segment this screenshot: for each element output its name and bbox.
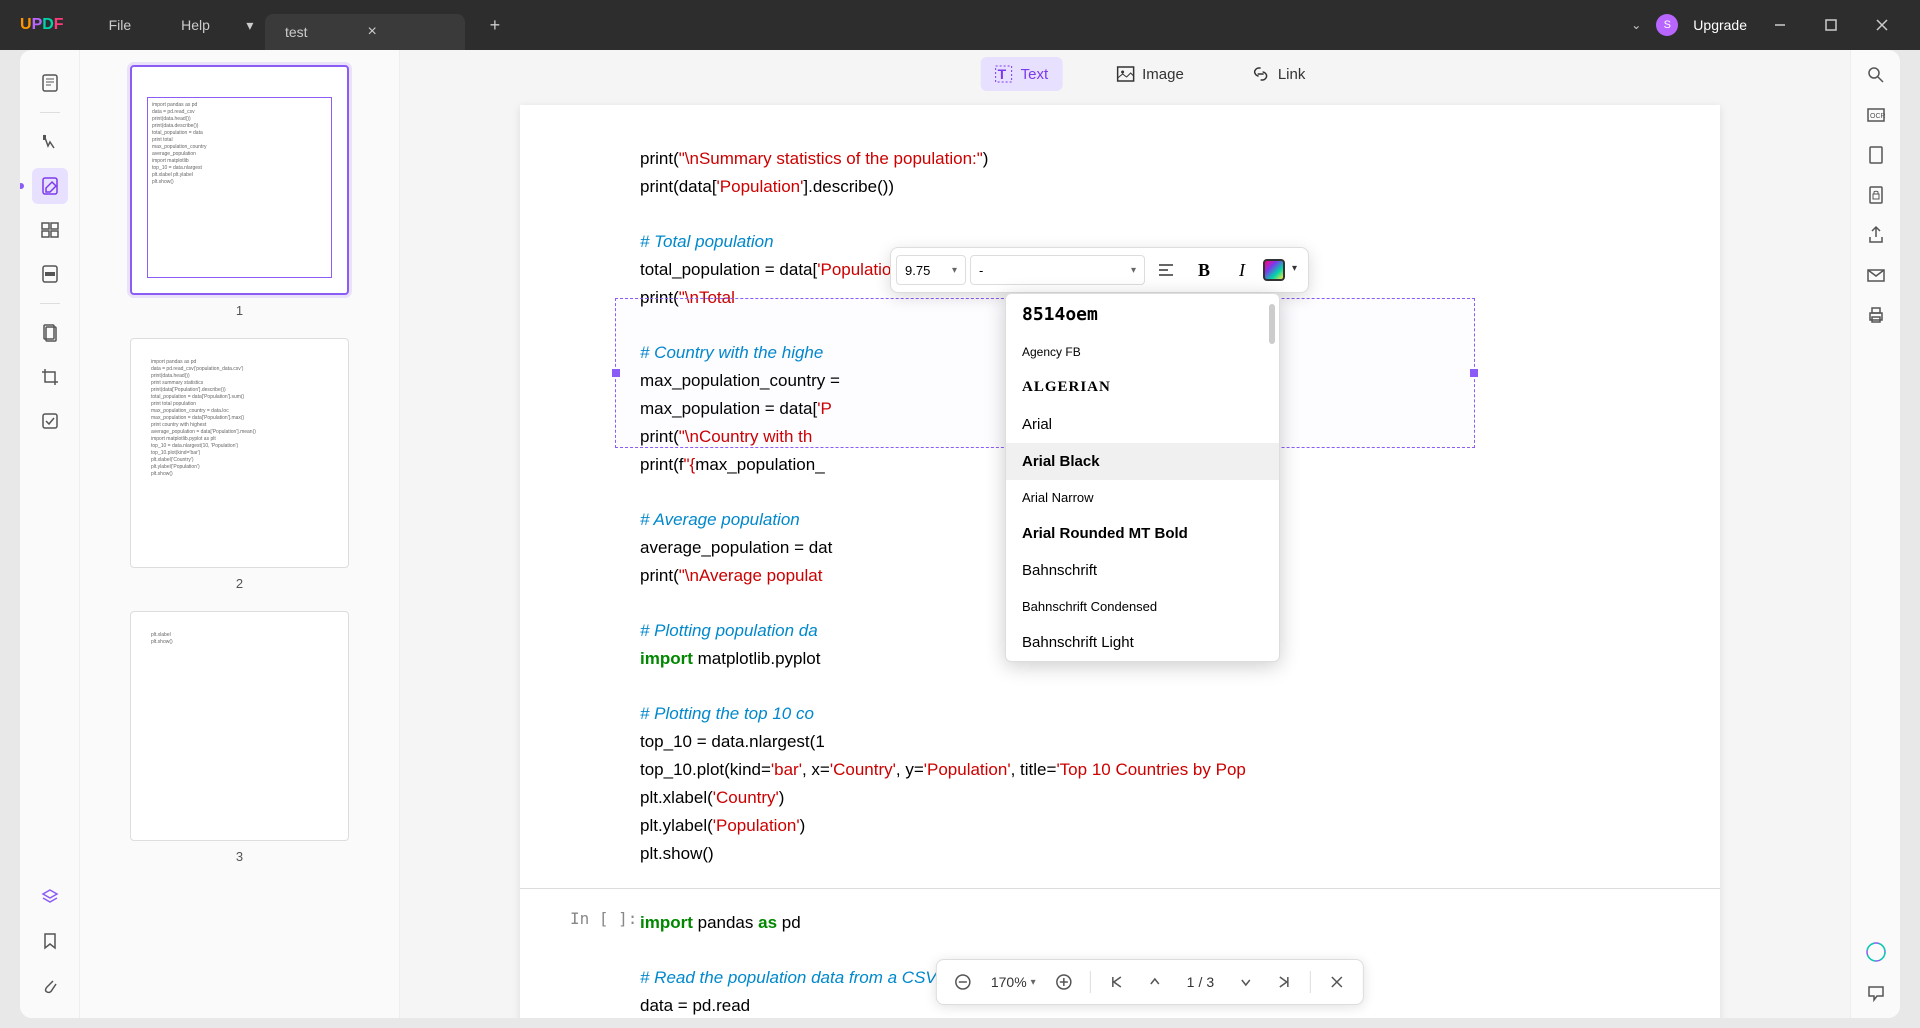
ocr-icon[interactable]: OCR: [1866, 105, 1886, 125]
font-option[interactable]: 8514oem: [1006, 294, 1279, 335]
font-dropdown: 8514oem Agency FB ALGERIAN Arial Arial B…: [1005, 293, 1280, 662]
bold-button[interactable]: B: [1187, 253, 1221, 287]
link-icon: [1252, 65, 1270, 83]
font-option[interactable]: Bahnschrift Condensed: [1006, 589, 1279, 624]
font-size-input[interactable]: 9.75▾: [896, 255, 966, 285]
font-option[interactable]: Bahnschrift Light: [1006, 624, 1279, 661]
prev-page-icon[interactable]: [1139, 966, 1171, 998]
next-page-icon[interactable]: [1230, 966, 1262, 998]
menu-file[interactable]: File: [84, 0, 157, 50]
italic-button[interactable]: I: [1225, 253, 1259, 287]
page-thumbnail-2[interactable]: import pandas as pddata = pd.read_csv('p…: [130, 338, 349, 568]
new-tab-icon[interactable]: +: [480, 15, 510, 36]
image-icon: [1116, 65, 1134, 83]
text-color-button[interactable]: [1263, 259, 1285, 281]
chevron-down-icon[interactable]: ⌄: [1631, 18, 1641, 32]
chevron-down-icon: ▾: [1031, 977, 1036, 988]
page-indicator[interactable]: 1 / 3: [1177, 974, 1224, 990]
search-icon[interactable]: [1866, 65, 1886, 85]
font-option[interactable]: Arial: [1006, 406, 1279, 443]
svg-text:OCR: OCR: [1870, 113, 1886, 120]
app-logo: UPDF: [0, 16, 84, 34]
zoom-out-icon[interactable]: [947, 966, 979, 998]
thumbnail-label-2: 2: [130, 576, 349, 591]
redact-mode-icon[interactable]: [32, 256, 68, 292]
zoom-in-icon[interactable]: [1048, 966, 1080, 998]
user-avatar[interactable]: S: [1656, 14, 1678, 36]
bookmark-icon[interactable]: [32, 923, 68, 959]
svg-text:T: T: [998, 66, 1007, 82]
maximize-icon[interactable]: [1813, 7, 1849, 43]
crop-icon[interactable]: [32, 359, 68, 395]
font-option[interactable]: Agency FB: [1006, 335, 1279, 369]
menu-help[interactable]: Help: [156, 0, 235, 50]
text-mode-button[interactable]: T Text: [981, 57, 1063, 91]
email-icon[interactable]: [1866, 265, 1886, 285]
font-option[interactable]: Arial Narrow: [1006, 480, 1279, 515]
font-option[interactable]: Arial Black: [1006, 443, 1279, 480]
page-thumbnail-3[interactable]: plt.xlabelplt.show(): [130, 611, 349, 841]
left-toolbar: [20, 50, 80, 1018]
document-tab[interactable]: test ×: [265, 14, 465, 50]
thumbnail-panel: import pandas as pddata = pd.read_csvpri…: [80, 50, 400, 1018]
titlebar: UPDF File Help ▾ test × + ⌄ S Upgrade: [0, 0, 1920, 50]
organize-pages-icon[interactable]: [32, 212, 68, 248]
image-mode-button[interactable]: Image: [1102, 57, 1198, 91]
ai-icon[interactable]: [1865, 941, 1887, 963]
link-mode-button[interactable]: Link: [1238, 57, 1320, 91]
tools-icon[interactable]: [32, 315, 68, 351]
fill-sign-icon[interactable]: [32, 403, 68, 439]
edit-mode-bar: T Text Image Link: [981, 57, 1320, 91]
dropdown-tabs-icon[interactable]: ▾: [235, 17, 265, 34]
main-container: import pandas as pddata = pd.read_csvpri…: [20, 50, 1900, 1018]
font-option[interactable]: Arial Rounded MT Bold: [1006, 515, 1279, 552]
text-icon: T: [995, 65, 1013, 83]
last-page-icon[interactable]: [1268, 966, 1300, 998]
zoom-dropdown[interactable]: 170%▾: [985, 974, 1042, 990]
print-icon[interactable]: [1866, 305, 1886, 325]
upgrade-button[interactable]: Upgrade: [1693, 17, 1747, 33]
comment-panel-icon[interactable]: [1866, 983, 1886, 1003]
edit-mode-icon[interactable]: [32, 168, 68, 204]
scrollbar[interactable]: [1269, 304, 1275, 344]
thumbnail-label-1: 1: [130, 303, 349, 318]
font-option[interactable]: ALGERIAN: [1006, 369, 1279, 406]
close-tab-icon[interactable]: ×: [368, 23, 377, 41]
chevron-down-icon: ▾: [952, 265, 957, 276]
page-display-icon[interactable]: [1866, 145, 1886, 165]
tab-title: test: [285, 24, 308, 40]
font-family-input[interactable]: -▾: [970, 255, 1145, 285]
font-option[interactable]: Bahnschrift: [1006, 552, 1279, 589]
layers-icon[interactable]: [32, 879, 68, 915]
chevron-down-icon: ▾: [1131, 265, 1136, 276]
attachment-icon[interactable]: [32, 967, 68, 1003]
minimize-icon[interactable]: [1762, 7, 1798, 43]
in-prompt: In [ ]:: [570, 909, 637, 928]
page-thumbnail-1[interactable]: import pandas as pddata = pd.read_csvpri…: [130, 65, 349, 295]
close-window-icon[interactable]: [1864, 7, 1900, 43]
text-format-toolbar: 9.75▾ -▾ B I: [890, 247, 1309, 293]
bottom-navigation: 170%▾ 1 / 3: [936, 959, 1364, 1005]
right-toolbar: OCR: [1850, 50, 1900, 1018]
first-page-icon[interactable]: [1101, 966, 1133, 998]
align-button[interactable]: [1149, 253, 1183, 287]
share-icon[interactable]: [1866, 225, 1886, 245]
thumbnail-label-3: 3: [130, 849, 349, 864]
reader-mode-icon[interactable]: [32, 65, 68, 101]
close-nav-icon[interactable]: [1321, 966, 1353, 998]
protect-icon[interactable]: [1866, 185, 1886, 205]
comment-mode-icon[interactable]: [32, 124, 68, 160]
